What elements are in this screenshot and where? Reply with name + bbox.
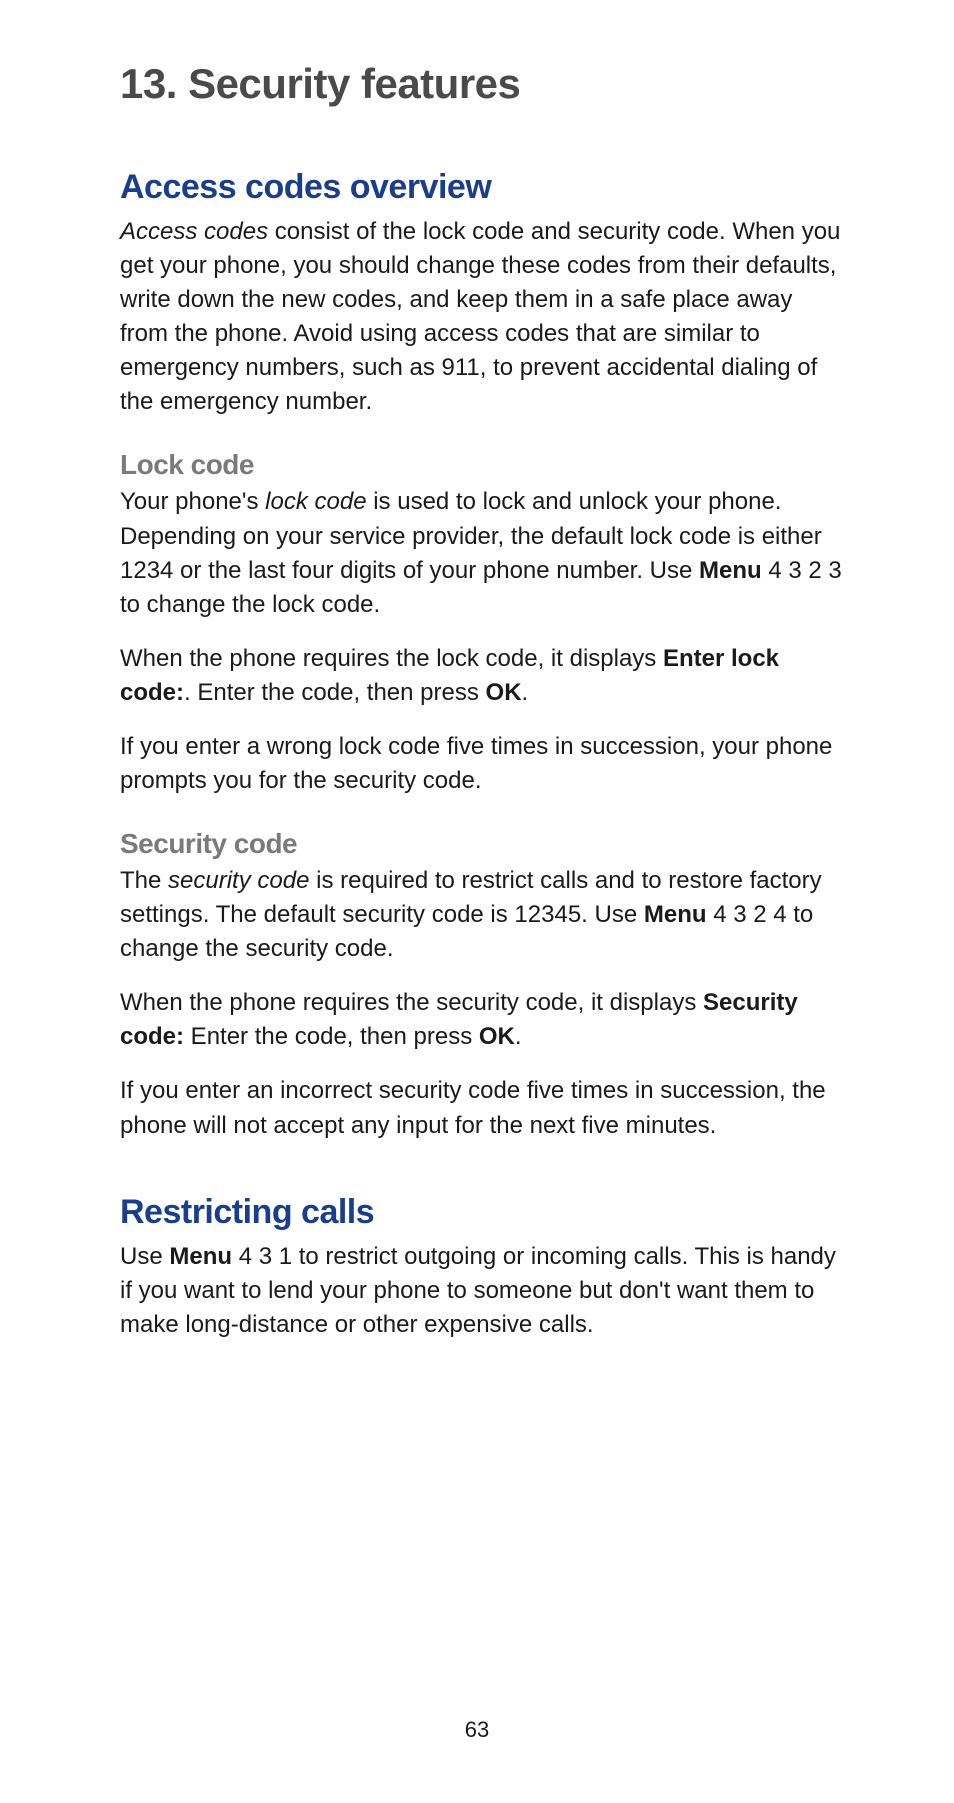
lock-code-p2-c: . [522,679,529,706]
subsection-security-code: Security code [120,828,844,860]
lock-code-p1-a: Your phone's [120,488,265,515]
access-codes-intro: Access codes consist of the lock code an… [120,215,844,419]
lock-code-p2-b: . Enter the code, then press [184,679,486,706]
section-title-restricting-calls: Restricting calls [120,1193,844,1232]
section-title-access-codes: Access codes overview [120,168,844,207]
security-code-p2: When the phone requires the security cod… [120,986,844,1054]
ok-label: OK [479,1023,515,1050]
access-codes-term: Access codes [120,218,268,245]
chapter-number: 13. [120,60,177,107]
security-code-term: security code [168,867,309,894]
restricting-calls-p1-a: Use [120,1243,169,1270]
lock-code-term: lock code [265,488,366,515]
security-code-p2-c: . [515,1023,522,1050]
security-code-p2-a: When the phone requires the security cod… [120,989,703,1016]
restricting-calls-p1: Use Menu 4 3 1 to restrict outgoing or i… [120,1240,844,1342]
menu-label: Menu [699,557,762,584]
menu-label: Menu [169,1243,232,1270]
security-code-p2-b: Enter the code, then press [184,1023,479,1050]
chapter-name: Security features [188,60,520,107]
access-codes-intro-text: consist of the lock code and security co… [120,218,840,415]
lock-code-p2-a: When the phone requires the lock code, i… [120,645,663,672]
chapter-title: 13. Security features [120,60,844,108]
menu-label: Menu [644,901,707,928]
security-code-p1-a: The [120,867,168,894]
page-number: 63 [0,1717,954,1743]
lock-code-p3: If you enter a wrong lock code five time… [120,730,844,798]
subsection-lock-code: Lock code [120,449,844,481]
security-code-p1: The security code is required to restric… [120,864,844,966]
lock-code-p2: When the phone requires the lock code, i… [120,642,844,710]
ok-label: OK [486,679,522,706]
security-code-p3: If you enter an incorrect security code … [120,1074,844,1142]
lock-code-p1: Your phone's lock code is used to lock a… [120,485,844,621]
